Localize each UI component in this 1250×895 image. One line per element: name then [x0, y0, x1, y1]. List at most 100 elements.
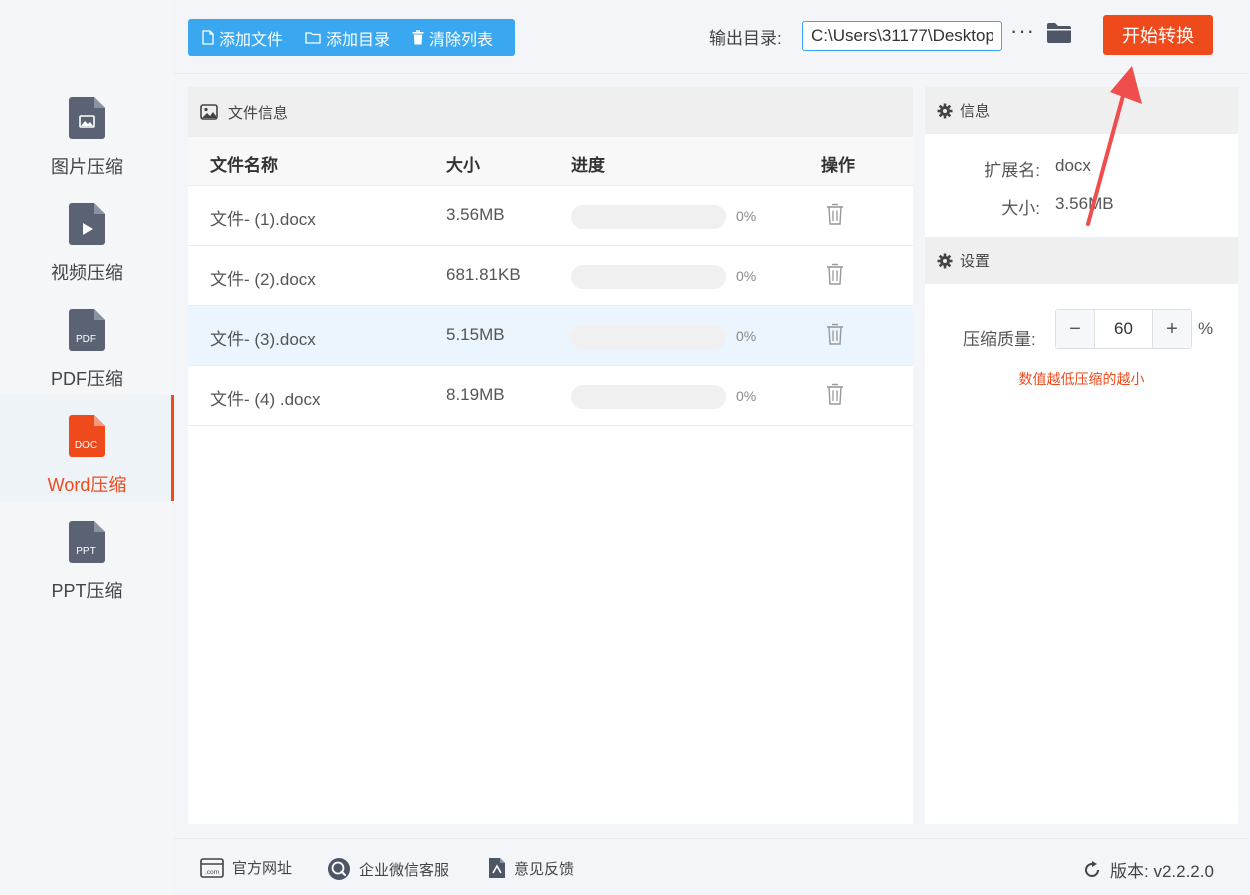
sidebar-item-label: 视频压缩 [51, 263, 123, 283]
open-folder-icon[interactable] [1046, 22, 1072, 44]
official-website-link[interactable]: .com 官方网址 [200, 857, 292, 878]
sidebar-item-video-compress[interactable]: 视频压缩 [0, 201, 174, 307]
website-icon: .com [200, 857, 224, 878]
table-row[interactable]: 文件- (3).docx 5.15MB 0% [188, 306, 913, 366]
svg-text:PDF: PDF [76, 334, 96, 345]
sidebar-item-word-compress[interactable]: DOC Word压缩 [0, 395, 174, 501]
wechat-support-link[interactable]: 企业微信客服 [327, 857, 449, 881]
sidebar-item-label: PDF压缩 [51, 369, 123, 389]
refresh-icon[interactable] [1082, 860, 1102, 880]
size-row: 大小: 3.56MB [925, 184, 1238, 222]
file-name-cell: 文件- (3).docx [210, 330, 316, 349]
clear-list-button[interactable]: 清除列表 [412, 26, 493, 50]
add-file-button[interactable]: 添加文件 [202, 26, 283, 50]
file-name-cell: 文件- (1).docx [210, 210, 316, 229]
folder-outline-icon [305, 32, 321, 44]
start-conversion-button[interactable]: 开始转换 [1103, 15, 1213, 55]
table-row[interactable]: 文件- (1).docx 3.56MB 0% [188, 186, 913, 246]
svg-text:PPT: PPT [76, 546, 95, 557]
file-size-cell: 681.81KB [446, 265, 521, 284]
info-section-header: 信息 [925, 87, 1238, 134]
percent-sign: % [1198, 319, 1214, 338]
settings-section-header: 设置 [925, 237, 1238, 284]
chat-icon [328, 858, 350, 880]
file-actions-toolbar: 添加文件 添加目录 清除列表 [188, 19, 515, 56]
settings-section-title: 设置 [960, 253, 991, 270]
svg-text:.com: .com [205, 869, 219, 876]
progress-bar [571, 325, 726, 349]
output-directory-input[interactable] [802, 21, 1002, 51]
feedback-label: 意见反馈 [514, 860, 575, 878]
gear-icon [937, 103, 953, 118]
quality-decrease-button[interactable]: − [1056, 310, 1095, 348]
quality-input[interactable] [1095, 310, 1152, 348]
file-info-title: 文件信息 [228, 104, 289, 122]
table-header: 文件名称 大小 进度 操作 [188, 137, 913, 186]
image-file-icon [69, 97, 105, 139]
info-section-title: 信息 [960, 103, 991, 120]
trash-icon [412, 30, 424, 45]
extension-value: docx [1055, 156, 1091, 175]
sidebar-item-ppt-compress[interactable]: PPT PPT压缩 [0, 519, 174, 625]
table-row[interactable]: 文件- (4) .docx 8.19MB 0% [188, 366, 913, 426]
svg-text:DOC: DOC [75, 440, 97, 451]
sidebar-item-image-compress[interactable]: 图片压缩 [0, 95, 174, 201]
add-directory-label: 添加目录 [326, 31, 391, 49]
delete-trash-icon[interactable] [826, 203, 844, 225]
feedback-icon [489, 858, 505, 878]
quality-increase-button[interactable]: + [1152, 310, 1191, 348]
quality-label: 压缩质量: [963, 330, 1036, 349]
footer-bar: .com 官方网址 企业微信客服 意见反馈 版本: v2.2.2.0 [174, 838, 1250, 895]
info-settings-panel: 信息 扩展名: docx 大小: 3.56MB 设置 压缩质量: − + % 数… [925, 87, 1238, 824]
clear-list-label: 清除列表 [429, 31, 494, 49]
sidebar-item-label: PPT压缩 [51, 581, 123, 601]
version-label: 版本: v2.2.2.0 [1110, 862, 1214, 881]
progress-percent: 0% [736, 328, 757, 344]
column-header-progress: 进度 [571, 156, 605, 175]
column-header-size: 大小 [446, 156, 480, 175]
sidebar-item-label: Word压缩 [47, 475, 127, 495]
progress-percent: 0% [736, 208, 757, 224]
file-info-header: 文件信息 [188, 87, 913, 137]
doc-file-icon: DOC [69, 415, 105, 457]
table-row[interactable]: 文件- (2).docx 681.81KB 0% [188, 246, 913, 306]
file-size-cell: 3.56MB [446, 205, 505, 224]
extension-row: 扩展名: docx [925, 146, 1238, 184]
delete-trash-icon[interactable] [826, 323, 844, 345]
file-size-cell: 5.15MB [446, 325, 505, 344]
size-value: 3.56MB [1055, 194, 1114, 213]
sidebar-item-label: 图片压缩 [51, 157, 123, 177]
top-toolbar: 添加文件 添加目录 清除列表 输出目录: ··· 开始转换 [174, 0, 1250, 74]
ppt-file-icon: PPT [69, 521, 105, 563]
official-website-label: 官方网址 [232, 860, 293, 877]
delete-trash-icon[interactable] [826, 383, 844, 405]
output-directory-label: 输出目录: [709, 29, 782, 48]
quality-hint: 数值越低压缩的越小 [1018, 371, 1145, 387]
column-header-action: 操作 [821, 156, 855, 175]
delete-trash-icon[interactable] [826, 263, 844, 285]
image-icon [200, 104, 218, 120]
progress-percent: 0% [736, 268, 757, 284]
sidebar: 图片压缩 视频压缩 PDF PDF压缩 DOC Word压缩 PPT PPT压缩 [0, 0, 174, 895]
gear-icon [937, 253, 953, 268]
file-size-cell: 8.19MB [446, 385, 505, 404]
quality-stepper: − + [1055, 309, 1192, 349]
file-name-cell: 文件- (4) .docx [210, 390, 321, 409]
pdf-file-icon: PDF [69, 309, 105, 351]
add-file-label: 添加文件 [219, 31, 284, 49]
wechat-support-label: 企业微信客服 [359, 861, 450, 879]
column-header-name: 文件名称 [210, 156, 278, 175]
add-directory-button[interactable]: 添加目录 [305, 26, 390, 50]
progress-percent: 0% [736, 388, 757, 404]
file-name-cell: 文件- (2).docx [210, 270, 316, 289]
video-file-icon [69, 203, 105, 245]
feedback-link[interactable]: 意见反馈 [488, 857, 574, 879]
progress-bar [571, 385, 726, 409]
extension-label: 扩展名: [984, 161, 1040, 180]
more-options-icon[interactable]: ··· [1010, 18, 1035, 44]
progress-bar [571, 265, 726, 289]
size-label: 大小: [1001, 199, 1040, 218]
file-icon [202, 30, 214, 45]
version-info: 版本: v2.2.2.0 [1082, 857, 1214, 882]
file-list-panel: 文件信息 文件名称 大小 进度 操作 文件- (1).docx 3.56MB 0% 文… [188, 87, 913, 824]
